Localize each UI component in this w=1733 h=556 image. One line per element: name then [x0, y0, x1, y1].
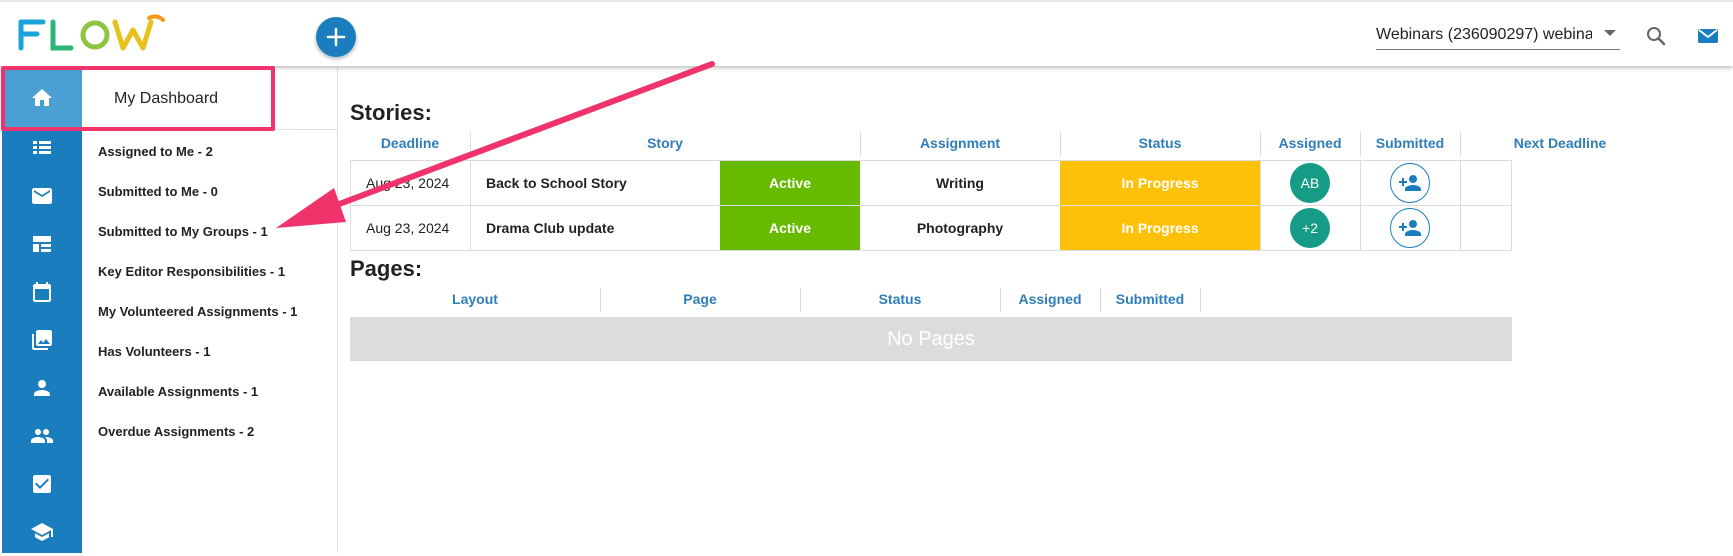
publication-select-value: Webinars (236090297) webinars — [1376, 25, 1592, 43]
rail-dashboard[interactable] — [2, 220, 82, 268]
add-button[interactable] — [316, 17, 356, 57]
story-status-badge: Active — [720, 161, 860, 205]
col-divider — [1200, 288, 1201, 312]
col-deadline[interactable]: Deadline — [350, 135, 470, 151]
search-icon[interactable] — [1644, 24, 1668, 48]
rail-mail[interactable] — [2, 172, 82, 220]
row-assigned: +2 — [1260, 206, 1360, 250]
mail-icon[interactable] — [1696, 24, 1720, 48]
col-divider — [470, 132, 471, 156]
no-pages-placeholder: No Pages — [350, 317, 1512, 361]
rail-person[interactable] — [2, 364, 82, 412]
nav-item-volunteered[interactable]: My Volunteered Assignments - 1 — [98, 304, 297, 319]
chevron-down-icon — [1604, 30, 1616, 36]
rail-school[interactable] — [2, 508, 82, 556]
row-assignment[interactable]: Photography — [860, 206, 1060, 250]
rail-photos[interactable] — [2, 316, 82, 364]
col-assigned[interactable]: Assigned — [1260, 135, 1360, 151]
col-divider — [1460, 132, 1461, 156]
col-submitted[interactable]: Submitted — [1360, 135, 1460, 151]
col-divider — [800, 288, 801, 312]
nav-title[interactable]: My Dashboard — [82, 68, 338, 130]
col-page-status[interactable]: Status — [800, 291, 1000, 307]
col-divider — [1000, 288, 1001, 312]
col-divider — [860, 132, 861, 156]
icon-rail — [2, 68, 82, 553]
table-border — [1460, 160, 1461, 250]
row-deadline: Aug 23, 2024 — [366, 220, 450, 236]
row-story-title[interactable]: Drama Club update — [486, 206, 720, 250]
school-icon — [31, 523, 53, 541]
people-icon — [31, 429, 53, 443]
assignment-status-badge: In Progress — [1060, 161, 1260, 205]
col-status[interactable]: Status — [1060, 135, 1260, 151]
rail-list[interactable] — [2, 124, 82, 172]
add-icon — [326, 27, 346, 47]
col-divider — [1060, 132, 1061, 156]
table-border — [350, 250, 1512, 251]
nav-item-submitted-to-me[interactable]: Submitted to Me - 0 — [98, 184, 218, 199]
rail-home[interactable] — [2, 68, 82, 128]
rail-tasks[interactable] — [2, 460, 82, 508]
table-border — [470, 160, 471, 250]
checkbox-icon — [33, 475, 51, 493]
nav-item-has-volunteers[interactable]: Has Volunteers - 1 — [98, 344, 210, 359]
add-person-button[interactable] — [1390, 163, 1430, 203]
mail-icon — [32, 188, 52, 204]
add-person-button[interactable] — [1390, 208, 1430, 248]
nav-item-available[interactable]: Available Assignments - 1 — [98, 384, 258, 399]
col-layout[interactable]: Layout — [350, 291, 600, 307]
dashboard-icon — [33, 236, 51, 252]
rail-calendar[interactable] — [2, 268, 82, 316]
story-status-badge: Active — [720, 206, 860, 250]
nav-item-overdue[interactable]: Overdue Assignments - 2 — [98, 424, 254, 439]
row-deadline: Aug 23, 2024 — [366, 175, 450, 191]
avatar[interactable]: AB — [1290, 163, 1330, 203]
dashboard-nav-panel: My Dashboard Assigned to Me - 2 Submitte… — [82, 68, 338, 553]
nav-item-assigned-to-me[interactable]: Assigned to Me - 2 — [98, 144, 213, 159]
avatar[interactable]: +2 — [1290, 208, 1330, 248]
col-page-assigned[interactable]: Assigned — [1000, 291, 1100, 307]
publication-select[interactable]: Webinars (236090297) webinars — [1376, 20, 1620, 50]
list-icon — [33, 141, 51, 154]
home-icon — [32, 89, 52, 106]
col-next-deadline[interactable]: Next Deadline — [1460, 135, 1660, 151]
person-icon — [34, 380, 50, 396]
row-assigned: AB — [1260, 161, 1360, 205]
col-assignment[interactable]: Assignment — [860, 135, 1060, 151]
flow-logo[interactable] — [17, 14, 165, 54]
col-page-submitted[interactable]: Submitted — [1100, 291, 1200, 307]
assignment-status-badge: In Progress — [1060, 206, 1260, 250]
photo-library-icon — [32, 330, 52, 350]
row-submitted — [1360, 206, 1460, 250]
col-divider — [1260, 132, 1261, 156]
col-divider — [1100, 288, 1101, 312]
pages-heading: Pages: — [350, 256, 423, 281]
rail-people[interactable] — [2, 412, 82, 460]
row-submitted — [1360, 161, 1460, 205]
top-bar: Webinars (236090297) webinars — [0, 0, 1733, 66]
row-assignment[interactable]: Writing — [860, 161, 1060, 205]
col-story[interactable]: Story — [470, 135, 860, 151]
row-story-title[interactable]: Back to School Story — [486, 161, 720, 205]
nav-item-key-editor[interactable]: Key Editor Responsibilities - 1 — [98, 264, 285, 279]
table-border — [1511, 160, 1512, 250]
stories-heading: Stories: — [350, 100, 432, 125]
table-border — [350, 160, 351, 250]
calendar-icon — [33, 282, 51, 302]
col-page[interactable]: Page — [600, 291, 800, 307]
col-divider — [1360, 132, 1361, 156]
person-add-icon — [1399, 220, 1421, 236]
nav-item-submitted-to-my-groups[interactable]: Submitted to My Groups - 1 — [98, 224, 268, 239]
col-divider — [600, 288, 601, 312]
person-add-icon — [1399, 175, 1421, 191]
